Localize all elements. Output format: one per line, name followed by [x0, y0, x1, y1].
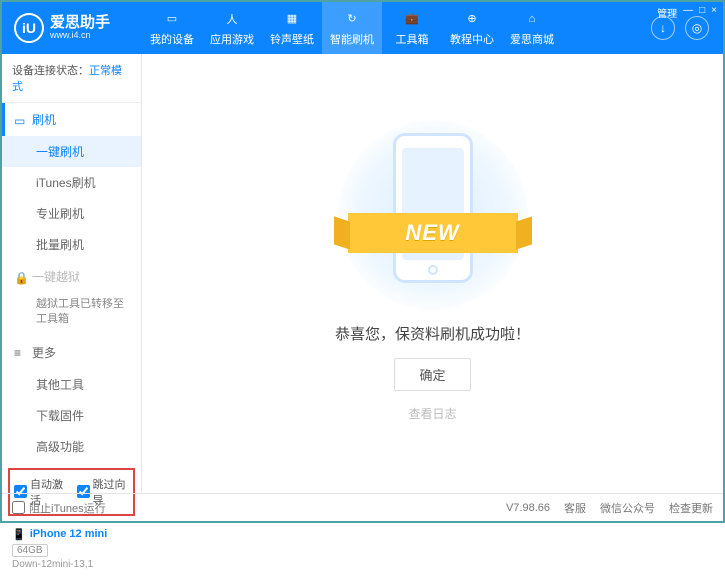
phone-graphic — [393, 133, 473, 283]
new-ribbon: NEW — [348, 213, 518, 253]
flash-icon: ↻ — [343, 10, 361, 28]
more-icon: ≡ — [14, 346, 26, 358]
device-model: Down-12mini-13,1 — [12, 559, 131, 570]
main-nav: ▭我的设备人应用游戏▦铃声壁纸↻智能刷机💼工具箱⊕教程中心⌂爱思商城 — [142, 2, 651, 54]
titlebar: iU 爱思助手 www.i4.cn ▭我的设备人应用游戏▦铃声壁纸↻智能刷机💼工… — [2, 2, 723, 54]
brand-name: 爱思助手 — [50, 15, 110, 32]
body: 设备连接状态：正常模式 ▭ 刷机一键刷机iTunes刷机专业刷机批量刷机 🔒 一键越狱… — [2, 54, 723, 493]
nav-flash[interactable]: ↻ 智能刷机 — [322, 2, 382, 54]
sidebar-section-label: 更多 — [32, 344, 56, 361]
phone-icon: ▭ — [14, 114, 26, 126]
brand-logo-icon: iU — [14, 13, 44, 43]
sidebar: 设备连接状态：正常模式 ▭ 刷机一键刷机iTunes刷机专业刷机批量刷机 🔒 一键越狱… — [2, 54, 142, 493]
nav-apps[interactable]: 人应用游戏 — [202, 2, 262, 54]
device-info: 📱 iPhone 12 mini 64GB Down-12mini-13,1 — [2, 522, 141, 576]
tutorial-icon: ⊕ — [463, 10, 481, 28]
window-maximize[interactable]: □ — [699, 5, 705, 20]
nav-label: 我的设备 — [150, 31, 194, 47]
check-update-link[interactable]: 检查更新 — [669, 500, 713, 516]
phone-icon: 📱 — [12, 528, 26, 541]
view-log-link[interactable]: 查看日志 — [408, 405, 456, 422]
brand-url: www.i4.cn — [50, 31, 110, 41]
window-minimize[interactable]: — — [683, 5, 693, 20]
status-bar: 阻止iTunes运行 V7.98.66 客服 微信公众号 检查更新 — [2, 493, 723, 521]
sidebar-section-更多[interactable]: ≡ 更多 — [2, 336, 141, 369]
device-capacity: 64GB — [12, 544, 48, 557]
device-name[interactable]: 📱 iPhone 12 mini — [12, 528, 131, 541]
sidebar-section-刷机[interactable]: ▭ 刷机 — [2, 103, 141, 136]
sidebar-note: 越狱工具已转移至 工具箱 — [2, 293, 141, 336]
sidebar-item-一键刷机[interactable]: 一键刷机 — [2, 136, 141, 167]
sidebar-item-专业刷机[interactable]: 专业刷机 — [2, 198, 141, 229]
nav-label: 应用游戏 — [210, 31, 254, 47]
block-itunes-checkbox[interactable]: 阻止iTunes运行 — [12, 500, 106, 516]
window-controls: 管理 — □ × — [651, 2, 723, 23]
app-window: 管理 — □ × iU 爱思助手 www.i4.cn ▭我的设备人应用游戏▦铃声… — [0, 0, 725, 523]
nav-label: 智能刷机 — [330, 31, 374, 47]
nav-label: 铃声壁纸 — [270, 31, 314, 47]
nav-wallpaper[interactable]: ▦ 铃声壁纸 — [262, 2, 322, 54]
nav-label: 工具箱 — [396, 31, 429, 47]
conn-label: 设备连接状态： — [12, 65, 89, 77]
sidebar-section-label: 刷机 — [32, 111, 56, 128]
nav-label: 爱思商城 — [510, 31, 554, 47]
sidebar-section-一键越狱[interactable]: 🔒 一键越狱 — [2, 260, 141, 293]
connection-status: 设备连接状态：正常模式 — [2, 54, 141, 103]
lock-icon: 🔒 — [14, 271, 26, 283]
sidebar-item-iTunes刷机[interactable]: iTunes刷机 — [2, 167, 141, 198]
main-content: NEW 恭喜您，保资料刷机成功啦！ 确定 查看日志 — [142, 54, 723, 493]
sidebar-item-批量刷机[interactable]: 批量刷机 — [2, 229, 141, 260]
confirm-button[interactable]: 确定 — [394, 358, 470, 391]
version-label: V7.98.66 — [506, 502, 550, 514]
success-illustration: NEW — [358, 125, 508, 305]
nav-toolbox[interactable]: 💼 工具箱 — [382, 2, 442, 54]
brand: iU 爱思助手 www.i4.cn — [2, 13, 142, 43]
phone-icon: ▭ — [163, 10, 181, 28]
sidebar-item-高级功能[interactable]: 高级功能 — [2, 431, 141, 462]
apps-icon: 人 — [223, 10, 241, 28]
window-close[interactable]: × — [711, 5, 717, 20]
success-message: 恭喜您，保资料刷机成功啦！ — [335, 323, 530, 344]
sidebar-section-label: 一键越狱 — [32, 268, 80, 285]
toolbox-icon: 💼 — [403, 10, 421, 28]
nav-store[interactable]: ⌂ 爱思商城 — [502, 2, 562, 54]
sidebar-item-其他工具[interactable]: 其他工具 — [2, 369, 141, 400]
nav-tutorial[interactable]: ⊕ 教程中心 — [442, 2, 502, 54]
window-manage[interactable]: 管理 — [657, 5, 677, 20]
sidebar-item-下载固件[interactable]: 下载固件 — [2, 400, 141, 431]
wechat-link[interactable]: 微信公众号 — [600, 500, 655, 516]
customer-service-link[interactable]: 客服 — [564, 500, 586, 516]
wallpaper-icon: ▦ — [283, 10, 301, 28]
nav-phone[interactable]: ▭ 我的设备 — [142, 2, 202, 54]
store-icon: ⌂ — [523, 10, 541, 28]
nav-label: 教程中心 — [450, 31, 494, 47]
